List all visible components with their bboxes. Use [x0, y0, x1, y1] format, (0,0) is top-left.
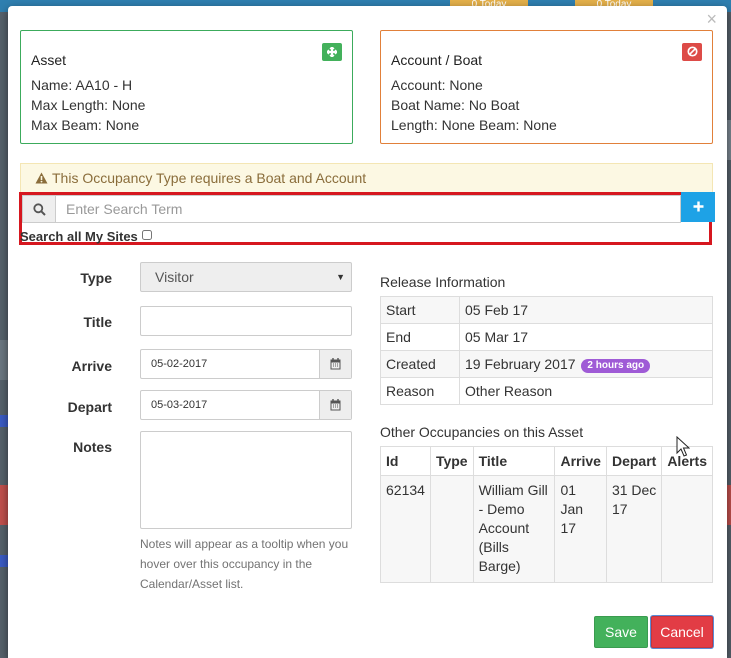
- occupancy-alerts: [661, 475, 713, 583]
- warning-alert: This Occupancy Type requires a Boat and …: [20, 163, 713, 193]
- add-asset-button[interactable]: [322, 43, 342, 61]
- arrive-date-field[interactable]: 05-02-2017: [140, 349, 352, 379]
- table-row: Reason Other Reason: [380, 377, 713, 405]
- release-value: 05 Mar 17: [459, 323, 713, 351]
- cancel-button[interactable]: Cancel: [651, 616, 713, 648]
- release-value: 05 Feb 17: [459, 296, 713, 324]
- background-strip: [0, 415, 8, 427]
- boat-dimensions: Length: None Beam: None: [391, 117, 557, 133]
- other-occupancies-title: Other Occupancies on this Asset: [380, 424, 584, 440]
- search-input-group: [22, 192, 715, 223]
- calendar-icon: [330, 358, 341, 370]
- background-strip: [0, 555, 8, 567]
- account-panel: Account / Boat Account: None Boat Name: …: [380, 30, 713, 144]
- release-info-title: Release Information: [380, 274, 506, 290]
- asset-panel-title: Asset: [31, 52, 67, 68]
- release-value: 19 February 2017: [465, 356, 576, 372]
- asset-max-length: Max Length: None: [31, 97, 146, 113]
- occupancy-id: 62134: [380, 475, 431, 583]
- warning-icon: [35, 165, 48, 193]
- search-all-sites-label: Search all My Sites: [20, 229, 138, 244]
- depart-date-field[interactable]: 05-03-2017: [140, 390, 352, 420]
- boat-name: Boat Name: No Boat: [391, 97, 520, 113]
- calendar-icon: [330, 399, 341, 411]
- search-all-sites[interactable]: Search all My Sites: [20, 229, 152, 244]
- account-panel-title: Account / Boat: [391, 52, 483, 68]
- title-input[interactable]: [140, 306, 352, 336]
- asset-max-beam: Max Beam: None: [31, 117, 140, 133]
- arrive-calendar-button[interactable]: [319, 350, 351, 378]
- plus-icon: [693, 201, 703, 212]
- search-section: Search all My Sites: [19, 192, 715, 245]
- depart-calendar-button[interactable]: [319, 391, 351, 419]
- depart-date-value: 05-03-2017: [151, 399, 208, 411]
- background-strip: [0, 340, 8, 380]
- title-label: Title: [83, 314, 112, 330]
- search-all-sites-checkbox[interactable]: [141, 230, 152, 240]
- type-label: Type: [80, 270, 112, 286]
- background-strip: [0, 485, 8, 525]
- release-info-table: Start 05 Feb 17 End 05 Mar 17 Created 19…: [380, 296, 713, 405]
- arrive-label: Arrive: [71, 358, 112, 374]
- table-row[interactable]: 62134 William Gill - Demo Account (Bills…: [380, 475, 713, 583]
- release-key: Created: [380, 350, 460, 378]
- save-button[interactable]: Save: [594, 616, 648, 648]
- occupancy-modal: × Asset Name: AA10 - H Max Length: None …: [8, 6, 727, 658]
- release-key: Reason: [380, 377, 460, 405]
- occupancy-type: [429, 475, 474, 583]
- account-name: Account: None: [391, 77, 483, 93]
- occupancies-table: Id Type Title Arrive Depart Alerts 62134…: [380, 446, 713, 583]
- plus-icon: [326, 46, 338, 58]
- release-value: Other Reason: [459, 377, 713, 405]
- time-ago-badge: 2 hours ago: [581, 359, 651, 373]
- column-header-id: Id: [380, 446, 431, 476]
- close-icon[interactable]: ×: [706, 10, 717, 28]
- caret-down-icon: ▼: [336, 272, 345, 282]
- table-row: Start 05 Feb 17: [380, 296, 713, 324]
- occupancy-depart: 31 Dec 17: [605, 475, 663, 583]
- warning-text: This Occupancy Type requires a Boat and …: [52, 170, 367, 186]
- release-key: End: [380, 323, 460, 351]
- type-select[interactable]: Visitor ▼: [140, 262, 352, 292]
- notes-label: Notes: [73, 439, 112, 455]
- ban-icon: [686, 46, 698, 57]
- column-header-type: Type: [429, 446, 474, 476]
- depart-label: Depart: [67, 399, 112, 415]
- search-input[interactable]: [56, 195, 681, 223]
- occupancy-arrive: 01 Jan 17: [554, 475, 607, 583]
- mouse-cursor-icon: [676, 436, 690, 457]
- asset-name: Name: AA10 - H: [31, 77, 133, 93]
- table-row: Created 19 February 2017 2 hours ago: [380, 350, 713, 378]
- notes-textarea[interactable]: [140, 431, 352, 529]
- add-new-button[interactable]: [681, 192, 715, 222]
- type-select-value: Visitor: [155, 269, 194, 285]
- occupancy-title: William Gill - Demo Account (Bills Barge…: [472, 475, 556, 583]
- notes-help-text: Notes will appear as a tooltip when you …: [140, 537, 349, 591]
- asset-panel: Asset Name: AA10 - H Max Length: None Ma…: [20, 30, 353, 144]
- release-key: Start: [380, 296, 460, 324]
- table-row: End 05 Mar 17: [380, 323, 713, 351]
- release-value-cell: 19 February 2017 2 hours ago: [459, 350, 713, 378]
- table-header-row: Id Type Title Arrive Depart Alerts: [380, 446, 713, 476]
- column-header-arrive: Arrive: [554, 446, 607, 476]
- arrive-date-value: 05-02-2017: [151, 358, 208, 370]
- remove-account-button[interactable]: [682, 43, 702, 61]
- column-header-depart: Depart: [605, 446, 663, 476]
- column-header-title: Title: [472, 446, 556, 476]
- search-icon: [22, 195, 56, 223]
